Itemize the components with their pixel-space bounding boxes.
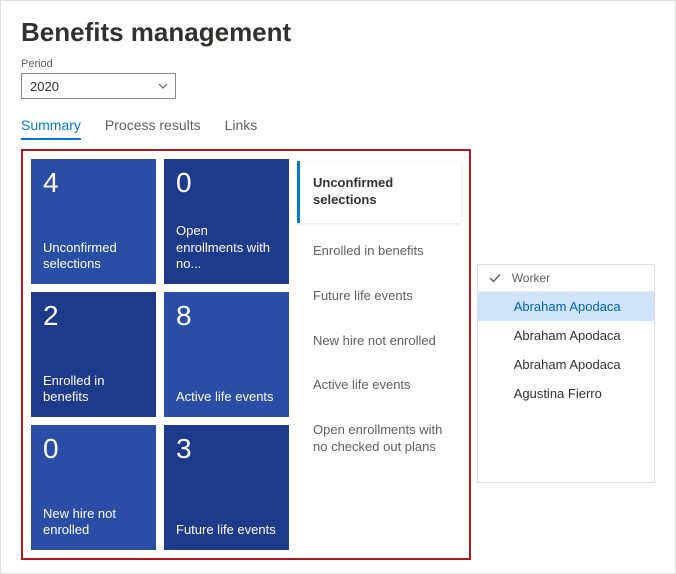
period-label: Period: [21, 58, 655, 70]
tabs: Summary Process results Links: [21, 113, 655, 139]
list-item-future-life-events[interactable]: Future life events: [297, 274, 461, 319]
tiles-grid: 4 Unconfirmed selections 0 Open enrollme…: [31, 159, 289, 550]
summary-list: Unconfirmed selections Enrolled in benef…: [297, 159, 461, 550]
tile-label: New hire not enrolled: [43, 506, 144, 539]
tile-label: Open enrollments with no...: [176, 223, 277, 272]
period-select[interactable]: 2020: [21, 73, 176, 99]
tile-label: Unconfirmed selections: [43, 240, 144, 273]
workers-panel: Worker Abraham Apodaca Abraham Apodaca A…: [477, 264, 655, 483]
workers-header[interactable]: Worker: [478, 265, 654, 292]
period-value: 2020: [30, 79, 59, 94]
tile-label: Active life events: [176, 389, 277, 405]
list-item-enrolled-benefits[interactable]: Enrolled in benefits: [297, 229, 461, 274]
tab-summary[interactable]: Summary: [21, 113, 81, 139]
worker-row[interactable]: Abraham Apodaca: [478, 321, 654, 350]
workers-body: Abraham Apodaca Abraham Apodaca Abraham …: [478, 292, 654, 482]
tab-process-results[interactable]: Process results: [105, 113, 201, 139]
chevron-down-icon: [157, 80, 169, 92]
workers-header-label: Worker: [512, 271, 550, 285]
page-title: Benefits management: [21, 17, 655, 48]
tile-active-life-events[interactable]: 8 Active life events: [164, 292, 289, 417]
tile-value: 4: [43, 169, 144, 197]
tile-open-enrollments[interactable]: 0 Open enrollments with no...: [164, 159, 289, 284]
tile-value: 3: [176, 435, 277, 463]
tile-unconfirmed-selections[interactable]: 4 Unconfirmed selections: [31, 159, 156, 284]
list-item-active-life-events[interactable]: Active life events: [297, 363, 461, 408]
check-icon: [488, 271, 502, 285]
tile-value: 0: [43, 435, 144, 463]
list-item-open-enrollments-no-plans[interactable]: Open enrollments with no checked out pla…: [297, 408, 461, 470]
tab-links[interactable]: Links: [225, 113, 258, 139]
summary-panel: 4 Unconfirmed selections 0 Open enrollme…: [21, 149, 471, 560]
tile-label: Enrolled in benefits: [43, 373, 144, 406]
list-item-unconfirmed-selections[interactable]: Unconfirmed selections: [297, 161, 461, 223]
tile-enrolled-benefits[interactable]: 2 Enrolled in benefits: [31, 292, 156, 417]
worker-row[interactable]: Abraham Apodaca: [478, 292, 654, 321]
tile-value: 0: [176, 169, 277, 197]
tile-new-hire-not-enrolled[interactable]: 0 New hire not enrolled: [31, 425, 156, 550]
worker-row[interactable]: Abraham Apodaca: [478, 350, 654, 379]
list-item-new-hire-not-enrolled[interactable]: New hire not enrolled: [297, 319, 461, 364]
worker-row[interactable]: Agustina Fierro: [478, 379, 654, 408]
tile-value: 2: [43, 302, 144, 330]
tile-future-life-events[interactable]: 3 Future life events: [164, 425, 289, 550]
tile-value: 8: [176, 302, 277, 330]
tile-label: Future life events: [176, 522, 277, 538]
